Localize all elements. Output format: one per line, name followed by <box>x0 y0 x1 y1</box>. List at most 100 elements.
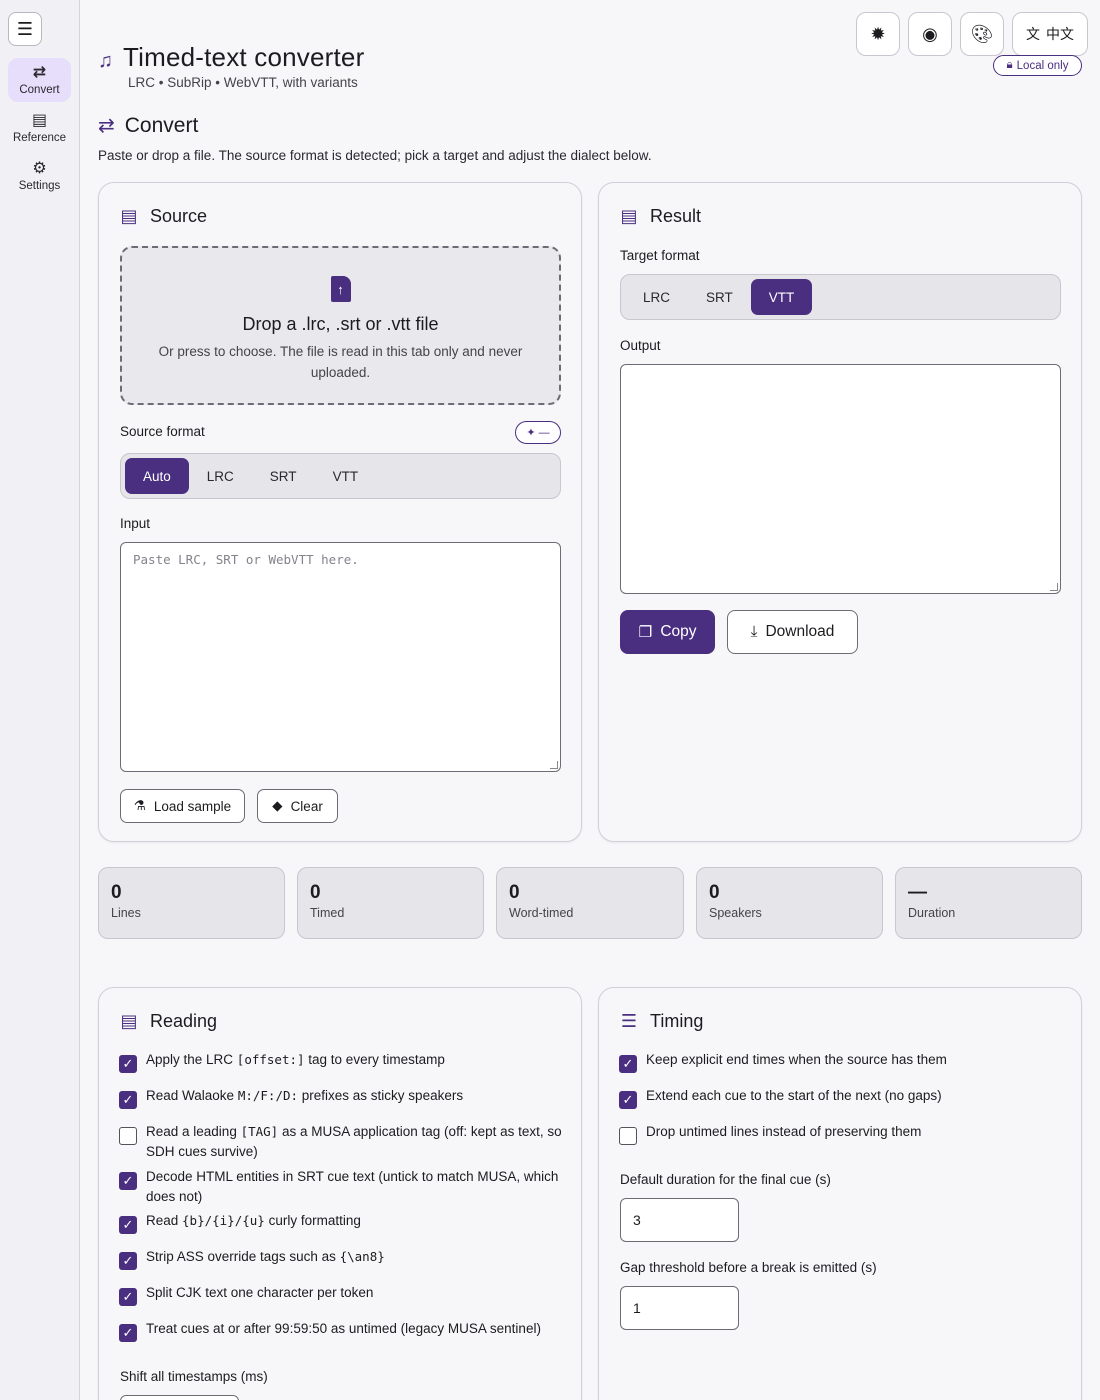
reading-option[interactable]: Read a leading [TAG] as a MUSA applicati… <box>119 1122 564 1162</box>
timing-title: Timing <box>650 1011 704 1031</box>
resize-handle[interactable] <box>1050 583 1058 591</box>
output-label: Output <box>620 338 661 353</box>
clear-button[interactable]: ◆ Clear <box>257 789 338 823</box>
theme-button[interactable]: 🎨︎ <box>960 12 1004 56</box>
stat-duration: — Duration <box>895 867 1082 939</box>
input-textarea[interactable]: Paste LRC, SRT or WebVTT here. <box>120 542 561 772</box>
rail-item-label: Convert <box>19 84 60 96</box>
checkbox[interactable] <box>119 1127 137 1145</box>
reading-option[interactable]: ✓ Read {b}/{i}/{u} curly formatting <box>119 1211 564 1234</box>
checkbox[interactable]: ✓ <box>619 1055 637 1073</box>
gear-icon: ⚙ <box>32 160 47 177</box>
checkbox[interactable] <box>619 1127 637 1145</box>
source-format-vtt[interactable]: VTT <box>315 458 377 494</box>
source-format-lrc[interactable]: LRC <box>189 458 252 494</box>
badge-label: Local only <box>1016 59 1069 72</box>
checkbox[interactable]: ✓ <box>619 1091 637 1109</box>
gap-threshold-input[interactable]: 1 <box>620 1286 739 1330</box>
clear-label: Clear <box>290 798 323 814</box>
reading-option[interactable]: ✓ Apply the LRC [offset:] tag to every ti… <box>119 1050 564 1073</box>
target-format-lrc[interactable]: LRC <box>625 279 688 315</box>
reading-option[interactable]: ✓ Strip ASS override tags such as {\an8} <box>119 1247 564 1270</box>
copy-button[interactable]: ❐ Copy <box>620 610 715 654</box>
page-title: Timed-text converter <box>123 42 365 72</box>
shift-label: Shift all timestamps (ms) <box>120 1369 268 1384</box>
option-label: Keep explicit end times when the source … <box>646 1052 947 1067</box>
visibility-button[interactable]: ◉ <box>908 12 952 56</box>
rail-item-reference[interactable]: ▤ Reference <box>8 106 71 150</box>
stat-word-timed: 0 Word-timed <box>496 867 684 939</box>
resize-handle[interactable] <box>550 761 558 769</box>
load-sample-label: Load sample <box>153 798 232 814</box>
menu-icon: ☰ <box>16 18 34 39</box>
rail-item-convert[interactable]: ⇄ Convert <box>8 58 71 102</box>
language-label: 中文 <box>1046 26 1074 42</box>
download-button[interactable]: ⤓ Download <box>727 610 858 654</box>
option-label: Read {b}/{i}/{u} curly formatting <box>146 1213 361 1228</box>
rail-item-label: Reference <box>12 132 67 144</box>
input-label: Input <box>120 516 151 531</box>
source-format-selector: Auto LRC SRT VTT <box>120 453 561 499</box>
output-textarea[interactable] <box>620 364 1061 594</box>
brightness-button[interactable]: ✹ <box>856 12 900 56</box>
checkbox[interactable]: ✓ <box>119 1252 137 1270</box>
final-duration-value: 3 <box>633 1212 641 1228</box>
final-duration-input[interactable]: 3 <box>620 1198 739 1242</box>
source-format-auto[interactable]: Auto <box>125 458 189 494</box>
timing-option[interactable]: Drop untimed lines instead of preserving… <box>619 1122 1064 1145</box>
gap-threshold-label: Gap threshold before a break is emitted … <box>620 1260 877 1275</box>
stat-value: 0 <box>111 882 122 903</box>
option-label: Read Walaoke M:/F:/D: prefixes as sticky… <box>146 1088 464 1103</box>
source-heading: ▤ Source <box>120 206 207 227</box>
shift-input[interactable] <box>120 1395 239 1400</box>
detected-format-chip: ✦ — <box>515 421 561 444</box>
stat-speakers: 0 Speakers <box>696 867 883 939</box>
sun-icon: ✹ <box>870 23 886 44</box>
local-only-badge: 🔒︎ Local only <box>993 55 1082 76</box>
option-label: Extend each cue to the start of the next… <box>646 1088 942 1103</box>
target-format-srt[interactable]: SRT <box>688 279 751 315</box>
palette-icon: 🎨︎ <box>970 23 994 44</box>
translate-icon: 文 <box>1026 26 1040 42</box>
file-export-icon: ▤ <box>620 206 638 226</box>
reading-option[interactable]: ✓ Decode HTML entities in SRT cue text (u… <box>119 1167 564 1207</box>
source-format-label: Source format <box>120 424 205 439</box>
download-icon: ⤓ <box>750 623 758 640</box>
reading-option[interactable]: ✓ Read Walaoke M:/F:/D: prefixes as stick… <box>119 1086 564 1109</box>
checkbox[interactable]: ✓ <box>119 1216 137 1234</box>
timing-option[interactable]: ✓ Keep explicit end times when the source… <box>619 1050 1064 1073</box>
file-icon: ▤ <box>120 206 138 226</box>
stat-value: 0 <box>509 882 520 903</box>
source-format-srt[interactable]: SRT <box>252 458 315 494</box>
stat-lines: 0 Lines <box>98 867 285 939</box>
download-label: Download <box>765 623 835 640</box>
reading-option[interactable]: ✓ Treat cues at or after 99:59:50 as unti… <box>119 1319 564 1342</box>
dropzone-title: Drop a .lrc, .srt or .vtt file <box>242 314 439 334</box>
checkbox[interactable]: ✓ <box>119 1091 137 1109</box>
rail-item-settings[interactable]: ⚙ Settings <box>8 154 71 198</box>
file-dropzone[interactable]: ↑ Drop a .lrc, .srt or .vtt file Or pres… <box>120 246 561 405</box>
checkbox[interactable]: ✓ <box>119 1324 137 1342</box>
rail-item-label: Settings <box>18 180 61 192</box>
stat-timed: 0 Timed <box>297 867 484 939</box>
timing-option[interactable]: ✓ Extend each cue to the start of the nex… <box>619 1086 1064 1109</box>
stat-label: Lines <box>111 906 141 920</box>
stat-label: Word-timed <box>509 906 574 920</box>
checkbox[interactable]: ✓ <box>119 1288 137 1306</box>
target-format-selector: LRC SRT VTT <box>620 274 1061 320</box>
language-button[interactable]: 文 中文 <box>1012 12 1088 56</box>
option-label: Decode HTML entities in SRT cue text (un… <box>146 1169 559 1204</box>
checkbox[interactable]: ✓ <box>119 1172 137 1190</box>
stat-value: 0 <box>310 882 321 903</box>
load-sample-button[interactable]: ⚗ Load sample <box>120 789 245 823</box>
input-placeholder: Paste LRC, SRT or WebVTT here. <box>133 552 359 567</box>
stat-value: 0 <box>709 882 720 903</box>
source-title: Source <box>150 206 208 226</box>
checkbox[interactable]: ✓ <box>119 1055 137 1073</box>
reading-option[interactable]: ✓ Split CJK text one character per token <box>119 1283 564 1306</box>
result-heading: ▤ Result <box>620 206 701 227</box>
target-format-vtt[interactable]: VTT <box>750 279 813 315</box>
menu-button[interactable]: ☰ <box>8 12 42 46</box>
magic-wand-icon: ✦ <box>526 427 539 439</box>
option-label: Apply the LRC [offset:] tag to every tim… <box>146 1052 445 1067</box>
